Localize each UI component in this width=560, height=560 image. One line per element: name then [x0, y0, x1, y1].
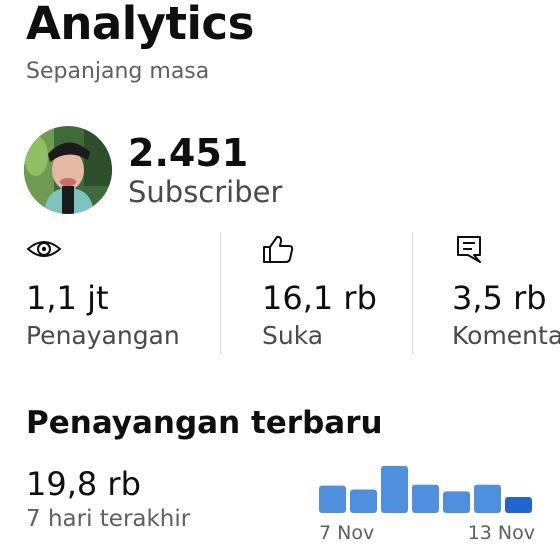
recent-views-period: 7 hari terakhir [26, 506, 191, 532]
stat-comments[interactable]: 3,5 rb Komentar [452, 230, 560, 360]
chart-bar-7-nov[interactable] [319, 485, 346, 513]
chart-bar-13-nov[interactable] [505, 496, 532, 513]
comment-icon [457, 236, 481, 263]
chart-bar-9-nov[interactable] [381, 465, 408, 513]
stat-divider [412, 232, 413, 354]
stat-likes[interactable]: 16,1 rb Suka [262, 230, 408, 360]
subscriber-label: Subscriber [128, 175, 283, 209]
stat-views-label: Penayangan [26, 321, 180, 350]
chart-tick-start: 7 Nov [319, 522, 374, 544]
stat-likes-label: Suka [262, 321, 324, 350]
page-title: Analytics [26, 0, 254, 50]
chart-bar-12-nov[interactable] [474, 484, 501, 513]
subscriber-count: 2.451 [128, 131, 249, 175]
stat-views[interactable]: 1,1 jt Penayangan [26, 230, 216, 360]
recent-views-title: Penayangan terbaru [26, 405, 383, 441]
thumbs-up-icon [263, 235, 294, 263]
avatar-image [24, 126, 112, 214]
stat-comments-label: Komentar [452, 321, 560, 350]
page-subtitle: Sepanjang masa [26, 59, 210, 84]
channel-avatar[interactable] [24, 126, 112, 214]
chart-bar-8-nov[interactable] [350, 489, 377, 513]
recent-views-value: 19,8 rb [26, 465, 141, 503]
chart-tick-end: 13 Nov [468, 522, 535, 544]
stat-likes-value: 16,1 rb [262, 279, 377, 317]
stat-comments-value: 3,5 rb [452, 279, 547, 317]
recent-views-chart[interactable]: 7 Nov 13 Nov [314, 452, 540, 552]
stat-divider [220, 232, 221, 354]
chart-bar-10-nov[interactable] [412, 484, 439, 513]
chart-bar-11-nov[interactable] [443, 491, 470, 513]
stat-views-value: 1,1 jt [26, 279, 109, 317]
eye-icon [26, 241, 62, 257]
